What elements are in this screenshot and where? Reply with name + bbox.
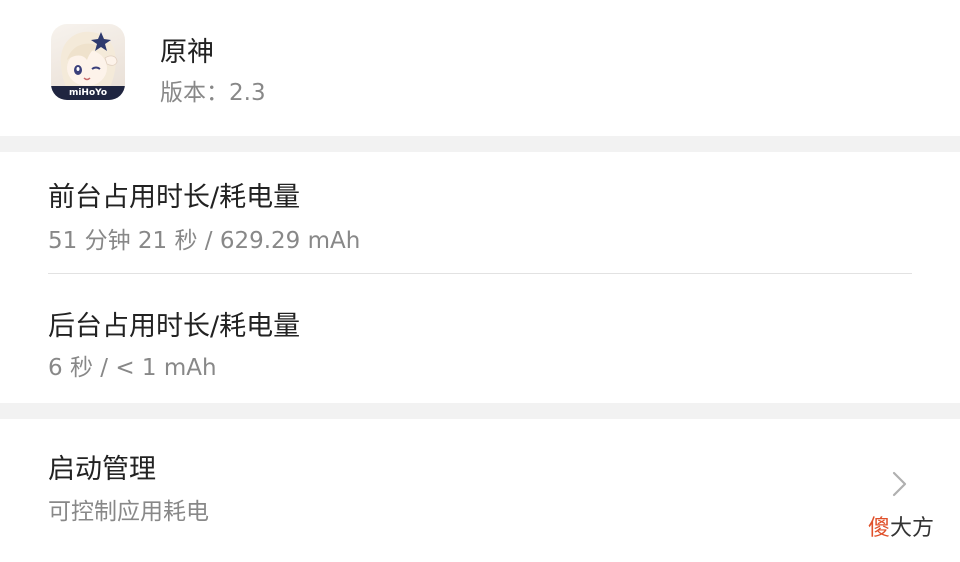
background-usage-value: 6 秒 / < 1 mAh xyxy=(48,355,217,381)
launch-management-row[interactable]: 启动管理 可控制应用耗电 xyxy=(0,419,960,562)
app-header: miHoYo 原神 版本：2.3 xyxy=(0,0,960,136)
app-icon: miHoYo xyxy=(51,24,125,100)
foreground-usage-value: 51 分钟 21 秒 / 629.29 mAh xyxy=(48,228,361,254)
watermark: 傻大方 xyxy=(868,510,934,542)
section-separator xyxy=(0,136,960,152)
section-separator xyxy=(0,403,960,419)
watermark-text: 大方 xyxy=(890,516,935,541)
item-divider xyxy=(48,273,912,274)
chevron-right-icon[interactable] xyxy=(888,470,910,498)
watermark-accent-char: 傻 xyxy=(868,516,891,541)
app-version: 版本：2.3 xyxy=(160,80,266,106)
launch-management-subtitle: 可控制应用耗电 xyxy=(48,499,209,525)
launch-management-title: 启动管理 xyxy=(48,454,156,485)
app-icon-brand-label: miHoYo xyxy=(68,88,108,98)
background-usage-title: 后台占用时长/耗电量 xyxy=(48,311,301,342)
foreground-usage-title: 前台占用时长/耗电量 xyxy=(48,182,301,213)
app-name: 原神 xyxy=(160,37,214,68)
